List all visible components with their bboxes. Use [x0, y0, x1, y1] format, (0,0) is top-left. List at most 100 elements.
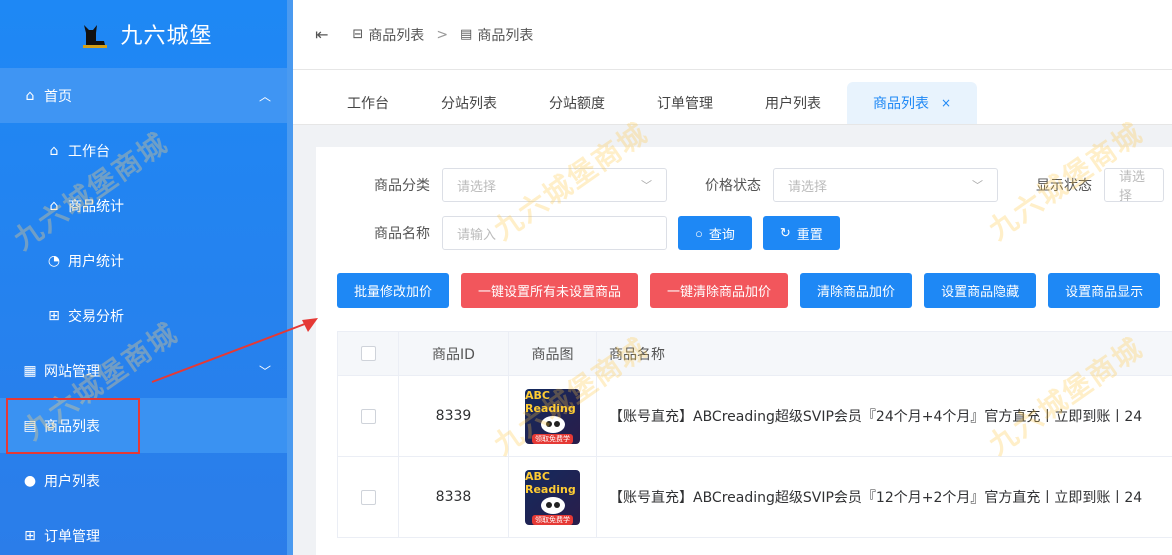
chevron-down-icon: ﹀	[972, 179, 983, 192]
sidebar-item-user-list[interactable]: ● 用户列表	[0, 453, 293, 508]
set-all-unset-button[interactable]: 一键设置所有未设置商品	[461, 273, 639, 308]
row-checkbox-cell	[337, 457, 398, 537]
sidebar-item-label: 首页	[44, 88, 72, 105]
thumbnail-text: ABC Reading	[525, 388, 576, 415]
tab-user-list[interactable]: 用户列表	[739, 82, 847, 124]
product-thumbnail[interactable]: ABC Reading 领取免费学	[525, 469, 580, 525]
sidebar-item-label: 工作台	[68, 143, 110, 160]
product-name: 【账号直充】ABCreading超级SVIP会员『12个月+2个月』官方直充丨立…	[596, 457, 1172, 537]
product-image-cell: ABC Reading 领取免费学	[508, 457, 596, 537]
panda-icon	[540, 496, 565, 514]
product-name-input[interactable]: 请输入	[442, 216, 667, 250]
filter-row-1: 商品分类 请选择 ﹀ 价格状态 请选择 ﹀ 显示状态 请选择	[374, 168, 1164, 204]
row-checkbox-cell	[337, 376, 398, 456]
brand-name: 九六城堡	[120, 24, 213, 49]
category-label: 商品分类	[374, 178, 430, 194]
column-header: 商品图	[508, 332, 596, 375]
user-icon: ●	[23, 472, 37, 489]
bag-icon: ⌂	[49, 197, 59, 214]
column-header: 商品ID	[398, 332, 508, 375]
product-name-label: 商品名称	[374, 226, 430, 242]
collapse-menu-icon[interactable]: ⇤	[315, 25, 328, 44]
cart-icon: ⊞	[24, 527, 36, 544]
display-status-label: 显示状态	[1036, 178, 1092, 194]
table-row: 8339 ABC Reading 领取免费学 【账号直充】ABCreading超…	[337, 376, 1172, 457]
sidebar-item-label: 交易分析	[68, 308, 124, 325]
sidebar-item-user-stats[interactable]: ◔ 用户统计	[0, 233, 293, 288]
thumbnail-tag: 领取免费学	[532, 433, 573, 444]
reset-button[interactable]: ↻ 重置	[762, 216, 840, 250]
product-name: 【账号直充】ABCreading超级SVIP会员『24个月+4个月』官方直充丨立…	[596, 376, 1172, 456]
sidebar-item-product-stats[interactable]: ⌂ 商品统计	[0, 178, 293, 233]
product-id: 8339	[398, 376, 508, 456]
tab-substation-quota[interactable]: 分站额度	[523, 82, 631, 124]
clear-markup-button[interactable]: 清除商品加价	[800, 273, 913, 308]
breadcrumb-separator-icon: >	[436, 26, 449, 43]
chevron-down-icon: ﹀	[258, 364, 271, 378]
breadcrumb-item: 商品列表	[477, 27, 534, 44]
tab-label: 用户列表	[765, 96, 821, 112]
product-image-cell: ABC Reading 领取免费学	[508, 376, 596, 456]
tab-label: 工作台	[347, 96, 389, 112]
price-status-select[interactable]: 请选择 ﹀	[773, 168, 998, 202]
tab-order-management[interactable]: 订单管理	[631, 82, 739, 124]
select-placeholder: 请选择	[457, 179, 497, 195]
column-header: 商品名称	[596, 332, 1172, 375]
tab-label: 分站额度	[549, 96, 605, 112]
tab-product-list[interactable]: 商品列表 ×	[847, 82, 978, 124]
breadcrumb-item[interactable]: 商品列表	[368, 25, 424, 45]
archive-icon: ⊟	[352, 27, 364, 42]
sidebar-item-label: 用户列表	[44, 473, 100, 490]
hide-product-button[interactable]: 设置商品隐藏	[924, 273, 1037, 308]
tab-label: 分站列表	[441, 96, 497, 112]
tab-bar: 工作台 分站列表 分站额度 订单管理 用户列表 商品列表 ×	[293, 70, 1172, 125]
header-checkbox-cell	[337, 332, 398, 375]
doc-icon: ▤	[460, 27, 473, 42]
select-placeholder: 请选择	[788, 179, 828, 195]
select-all-checkbox[interactable]	[360, 346, 376, 361]
display-status-select[interactable]: 请选择	[1104, 168, 1164, 204]
product-thumbnail[interactable]: ABC Reading 领取免费学	[525, 388, 580, 444]
sidebar-item-label: 用户统计	[68, 253, 124, 270]
clear-all-markup-button[interactable]: 一键清除商品加价	[650, 273, 789, 308]
row-checkbox[interactable]	[360, 489, 376, 505]
search-button-label: 查询	[708, 226, 735, 242]
tab-workbench[interactable]: 工作台	[321, 82, 415, 124]
cat-logo-icon	[83, 25, 108, 48]
sidebar-item-home[interactable]: ⌂ 首页 ︿	[0, 68, 293, 123]
top-header: ⇤ ⊟ 商品列表 > ▤ 商品列表	[293, 0, 1172, 70]
search-button[interactable]: ○ 查询	[678, 216, 752, 250]
breadcrumb: ⊟ 商品列表 > ▤ 商品列表	[352, 25, 533, 45]
batch-markup-button[interactable]: 批量修改加价	[337, 273, 450, 308]
highlight-box	[6, 398, 140, 454]
row-checkbox[interactable]	[360, 408, 376, 424]
sidebar-item-order-management[interactable]: ⊞ 订单管理	[0, 508, 293, 555]
sidebar: 九六城堡 ⌂ 首页 ︿ ⌂ 工作台 ⌂ 商品统计 ◔ 用户统计 ⊞ 交易分析 ▦…	[0, 0, 293, 555]
table-row: 8338 ABC Reading 领取免费学 【账号直充】ABCreading超…	[337, 457, 1172, 538]
table-header: 商品ID 商品图 商品名称	[337, 332, 1172, 376]
building-icon: ▦	[23, 362, 37, 379]
sidebar-item-label: 商品统计	[68, 198, 124, 215]
sidebar-item-site-management[interactable]: ▦ 网站管理 ﹀	[0, 343, 293, 398]
action-toolbar: 批量修改加价 一键设置所有未设置商品 一键清除商品加价 清除商品加价 设置商品隐…	[337, 273, 1161, 308]
refresh-icon: ↻	[779, 225, 791, 240]
product-id: 8338	[398, 457, 508, 537]
select-placeholder: 请选择	[1119, 170, 1146, 204]
chevron-down-icon: ﹀	[641, 179, 652, 192]
cart-icon: ⊞	[48, 307, 60, 324]
sidebar-item-label: 网站管理	[44, 363, 100, 380]
panda-icon	[540, 415, 565, 433]
price-status-label: 价格状态	[705, 178, 761, 194]
product-table: 商品ID 商品图 商品名称 8339 ABC Reading 领取免费学 【账号…	[337, 331, 1172, 538]
tab-substation-list[interactable]: 分站列表	[415, 82, 523, 124]
chevron-up-icon: ︿	[258, 89, 271, 103]
sidebar-item-trade-analysis[interactable]: ⊞ 交易分析	[0, 288, 293, 343]
category-select[interactable]: 请选择 ﹀	[442, 168, 667, 202]
filter-row-2: 商品名称 请输入 ○ 查询 ↻ 重置	[374, 216, 840, 250]
search-icon: ○	[695, 225, 703, 241]
close-icon[interactable]: ×	[941, 96, 951, 110]
brand-logo: 九六城堡	[0, 0, 293, 68]
show-product-button[interactable]: 设置商品显示	[1048, 273, 1161, 308]
sidebar-item-workbench[interactable]: ⌂ 工作台	[0, 123, 293, 178]
thumbnail-text: ABC Reading	[525, 469, 576, 496]
